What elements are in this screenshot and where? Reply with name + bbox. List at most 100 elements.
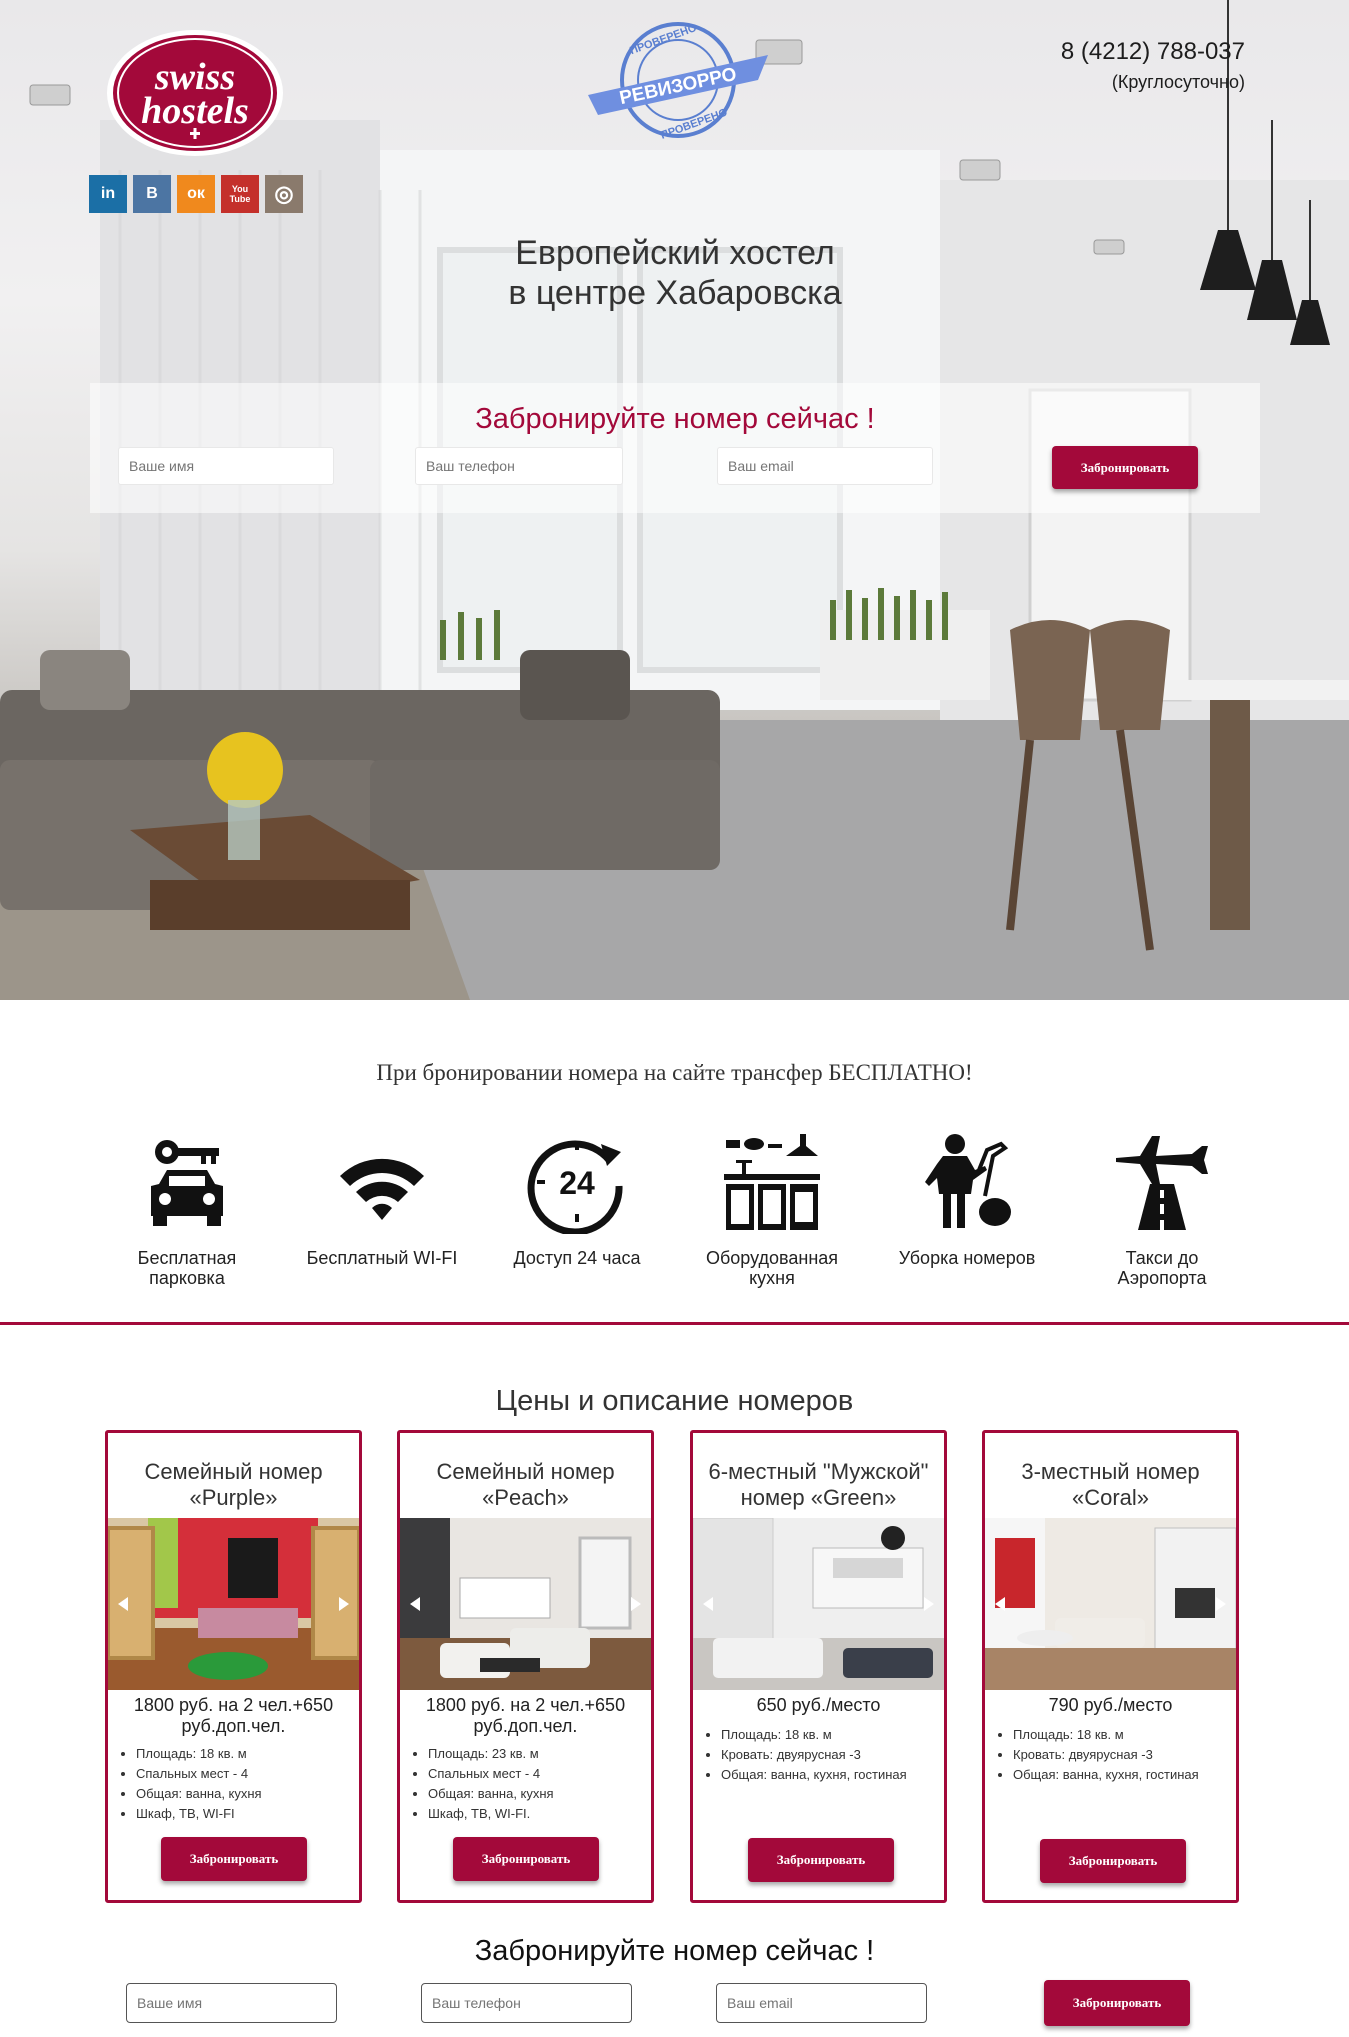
room-price: 1800 руб. на 2 чел.+650 руб.доп.чел. [133, 1695, 334, 1736]
carousel-prev-arrow[interactable] [118, 1597, 128, 1611]
hero-title-line2: в центре Хабаровска [508, 274, 842, 312]
hero-title-line1: Европейский хостел [515, 234, 835, 272]
svg-text:24: 24 [559, 1165, 595, 1201]
book-room-button[interactable]: Забронировать [1040, 1839, 1186, 1883]
list-item: Площадь: 23 кв. м [428, 1744, 554, 1764]
room-photo-carousel[interactable] [985, 1518, 1236, 1690]
room-photo-carousel[interactable] [400, 1518, 651, 1690]
phone-field[interactable] [415, 447, 623, 485]
room-card-purple: Семейный номер «Purple» 1800 руб. на 2 че… [105, 1430, 362, 1903]
list-item: Спальных мест - 4 [428, 1764, 554, 1784]
list-item: Площадь: 18 кв. м [1013, 1725, 1199, 1745]
room-photo [108, 1518, 359, 1690]
feature-24h: 24 Доступ 24 часа [487, 1128, 667, 1268]
list-item: Общая: ванна, кухня [136, 1784, 262, 1804]
book-button-bottom[interactable]: Забронировать [1044, 1980, 1190, 2026]
list-item: Кровать: двуярусная -3 [1013, 1745, 1199, 1765]
carousel-prev-arrow[interactable] [703, 1597, 713, 1611]
room-features: Площадь: 18 кв. м Спальных мест - 4 Обща… [118, 1744, 262, 1824]
room-photo-carousel[interactable] [108, 1518, 359, 1690]
airplane-road-icon [1116, 1136, 1208, 1230]
social-links: in B ок You Tube ◎ [89, 175, 303, 213]
feature-wifi: Бесплатный WI-FI [292, 1128, 472, 1268]
room-features: Площадь: 23 кв. м Спальных мест - 4 Обща… [410, 1744, 554, 1824]
list-item: Кровать: двуярусная -3 [721, 1745, 907, 1765]
name-field-bottom[interactable] [126, 1983, 337, 2023]
booking-form-top: Забронируйте номер сейчас ! Забронироват… [90, 383, 1260, 513]
room-price: 1800 руб. на 2 чел.+650 руб.доп.чел. [425, 1695, 626, 1736]
youtube-icon[interactable]: You Tube [221, 175, 259, 213]
list-item: Шкаф, ТВ, WI-FI. [428, 1804, 554, 1824]
transfer-notice: При бронировании номера на сайте трансфе… [376, 1060, 973, 1085]
feature-parking: Бесплатная парковка [97, 1128, 277, 1288]
room-features: Площадь: 18 кв. м Кровать: двуярусная -3… [995, 1725, 1199, 1785]
list-item: Шкаф, ТВ, WI-FI [136, 1804, 262, 1824]
book-room-button[interactable]: Забронировать [161, 1837, 307, 1881]
room-card-coral: 3-местный номер«Coral» 790 руб./место Пл… [982, 1430, 1239, 1903]
email-field-bottom[interactable] [716, 1983, 927, 2023]
book-room-button[interactable]: Забронировать [748, 1838, 894, 1882]
svg-text:hostels: hostels [141, 90, 249, 132]
room-name: Семейный номер «Purple» [144, 1459, 323, 1510]
car-key-icon [151, 1140, 223, 1226]
room-photo [400, 1518, 651, 1690]
revizorro-stamp: РЕВИЗОРРО ПРОВЕРЕНО ПРОВЕРЕНО [588, 22, 768, 140]
book-room-button[interactable]: Забронировать [453, 1837, 599, 1881]
section-divider [0, 1322, 1349, 1325]
carousel-next-arrow[interactable] [339, 1597, 349, 1611]
feature-label: Бесплатная парковка [137, 1248, 237, 1288]
room-name: 6-местный "Мужской" номер «Green» [708, 1459, 929, 1510]
booking-title: Забронируйте номер сейчас ! [475, 403, 875, 435]
feature-kitchen: Оборудованная кухня [682, 1128, 862, 1288]
feature-label: Такси до Аэропорта [1117, 1248, 1207, 1288]
carousel-prev-arrow[interactable] [995, 1597, 1005, 1611]
list-item: Общая: ванна, кухня, гостиная [721, 1765, 907, 1785]
prices-title: Цены и описание номеров [495, 1385, 854, 1417]
phone-number[interactable]: 8 (4212) 788-037 [1061, 38, 1245, 66]
booking-title-bottom: Забронируйте номер сейчас ! [474, 1935, 875, 1967]
email-field[interactable] [717, 447, 933, 485]
list-item: Спальных мест - 4 [136, 1764, 262, 1784]
phone-field-bottom[interactable] [421, 1983, 632, 2023]
instagram-icon[interactable]: ◎ [265, 175, 303, 213]
phone-hours: (Круглосуточно) [1111, 72, 1245, 92]
hero-section: swiss hostels in B ок You Tube ◎ РЕВИЗОР… [0, 0, 1349, 1000]
name-field[interactable] [118, 447, 334, 485]
room-card-peach: Семейный номер «Peach» 1800 руб. на 2 чел… [397, 1430, 654, 1903]
swiss-hostels-logo[interactable]: swiss hostels [104, 27, 286, 159]
vk-icon[interactable]: B [133, 175, 171, 213]
list-item: Площадь: 18 кв. м [136, 1744, 262, 1764]
cleaning-icon [925, 1134, 1011, 1228]
hero-title: Европейский хостел в центре Хабаровска [460, 233, 890, 313]
room-features: Площадь: 18 кв. м Кровать: двуярусная -3… [703, 1725, 907, 1785]
carousel-next-arrow[interactable] [924, 1597, 934, 1611]
feature-label: Бесплатный WI-FI [306, 1248, 458, 1268]
carousel-next-arrow[interactable] [1216, 1597, 1226, 1611]
list-item: Площадь: 18 кв. м [721, 1725, 907, 1745]
room-name: Семейный номер «Peach» [436, 1459, 615, 1510]
list-item: Общая: ванна, кухня [428, 1784, 554, 1804]
clock-24-icon: 24 [527, 1140, 623, 1234]
feature-cleaning: Уборка номеров [877, 1128, 1057, 1268]
book-button[interactable]: Забронировать [1052, 446, 1198, 489]
room-name: 3-местный номер «Coral» [1021, 1459, 1200, 1510]
feature-label: Оборудованная кухня [705, 1248, 839, 1288]
feature-label: Уборка номеров [898, 1248, 1036, 1268]
room-card-green: 6-местный "Мужской" номер «Green» 650 руб… [690, 1430, 947, 1903]
room-photo [693, 1518, 944, 1690]
carousel-next-arrow[interactable] [631, 1597, 641, 1611]
room-photo-carousel[interactable] [693, 1518, 944, 1690]
feature-label: Доступ 24 часа [513, 1248, 641, 1268]
contact-phone: 8 (4212) 788-037 (Круглосуточно) [1061, 38, 1245, 93]
room-price: 790 руб./место [1048, 1695, 1173, 1715]
feature-airport-taxi: Такси до Аэропорта [1072, 1128, 1252, 1288]
carousel-prev-arrow[interactable] [410, 1597, 420, 1611]
room-photo [985, 1518, 1236, 1690]
room-price: 650 руб./место [756, 1695, 881, 1715]
wifi-icon [340, 1158, 424, 1220]
svg-text:РЕВИЗОРРО: РЕВИЗОРРО [618, 64, 739, 109]
linkedin-icon[interactable]: in [89, 175, 127, 213]
list-item: Общая: ванна, кухня, гостиная [1013, 1765, 1199, 1785]
kitchen-icon [724, 1134, 820, 1230]
odnoklassniki-icon[interactable]: ок [177, 175, 215, 213]
